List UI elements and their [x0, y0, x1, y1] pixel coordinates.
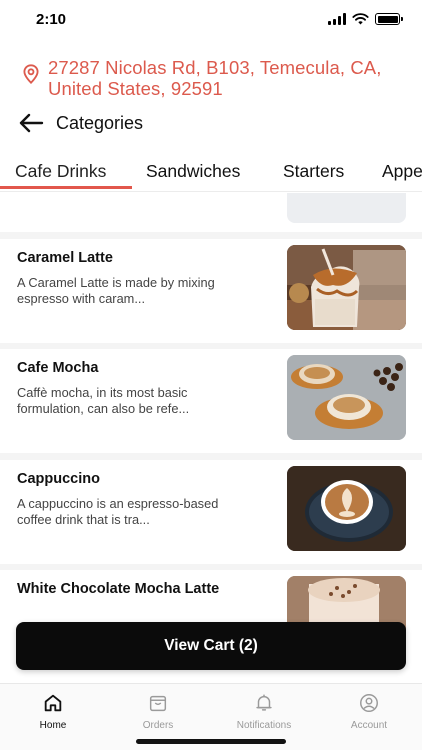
menu-item-cafe-mocha[interactable]: Cafe Mocha Caffè mocha, in its most basi… [0, 349, 422, 453]
status-bar: 2:10 [0, 0, 422, 44]
menu-item-list[interactable]: Caramel Latte A Caramel Latte is made by… [0, 193, 422, 683]
orders-icon [149, 695, 167, 712]
wifi-icon [352, 13, 369, 25]
view-cart-button[interactable]: View Cart (2) [16, 622, 406, 670]
list-item[interactable] [0, 193, 422, 232]
tab-sandwiches[interactable]: Sandwiches [146, 150, 240, 191]
nav-home[interactable]: Home [0, 692, 106, 731]
nav-notifications[interactable]: Notifications [211, 692, 317, 731]
nav-label: Home [39, 720, 67, 731]
back-arrow-icon[interactable] [18, 112, 44, 134]
tab-appetizers[interactable]: Appe [382, 150, 422, 191]
home-indicator [136, 739, 286, 744]
status-time: 2:10 [36, 11, 67, 28]
item-name: Cafe Mocha [17, 360, 99, 376]
active-tab-indicator [0, 186, 132, 189]
location-pin-icon [23, 64, 39, 84]
item-name: Caramel Latte [17, 250, 113, 266]
item-image [287, 466, 406, 551]
item-image-placeholder [287, 193, 406, 223]
address-text: 27287 Nicolas Rd, B103, Temecula, CA, Un… [48, 57, 382, 99]
menu-item-cappuccino[interactable]: Cappuccino A cappuccino is an espresso-b… [0, 460, 422, 564]
nav-label: Account [350, 720, 388, 731]
delivery-address[interactable]: 27287 Nicolas Rd, B103, Temecula, CA, Un… [20, 57, 415, 99]
account-icon [360, 694, 378, 712]
item-image [287, 355, 406, 440]
page-title: Categories [56, 112, 144, 133]
nav-label: Notifications [236, 720, 292, 731]
nav-label: Orders [142, 720, 174, 731]
menu-item-caramel-latte[interactable]: Caramel Latte A Caramel Latte is made by… [0, 239, 422, 343]
item-description: Caffè mocha, in its most basic formulati… [17, 385, 190, 416]
item-name: Cappuccino [17, 471, 100, 487]
tab-starters[interactable]: Starters [283, 150, 344, 191]
nav-account[interactable]: Account [316, 692, 422, 731]
item-description: A Caramel Latte is made by mixing espres… [17, 275, 215, 306]
bell-icon [256, 694, 272, 711]
home-icon [44, 694, 62, 712]
item-description: A cappuccino is an espresso-based coffee… [17, 496, 219, 527]
item-name: White Chocolate Mocha Latte [17, 581, 220, 597]
item-image [287, 245, 406, 330]
page-header: Categories [18, 108, 143, 138]
status-icons [328, 13, 403, 25]
cellular-signal-icon [328, 13, 346, 25]
battery-icon [375, 13, 403, 25]
nav-orders[interactable]: Orders [105, 692, 211, 731]
